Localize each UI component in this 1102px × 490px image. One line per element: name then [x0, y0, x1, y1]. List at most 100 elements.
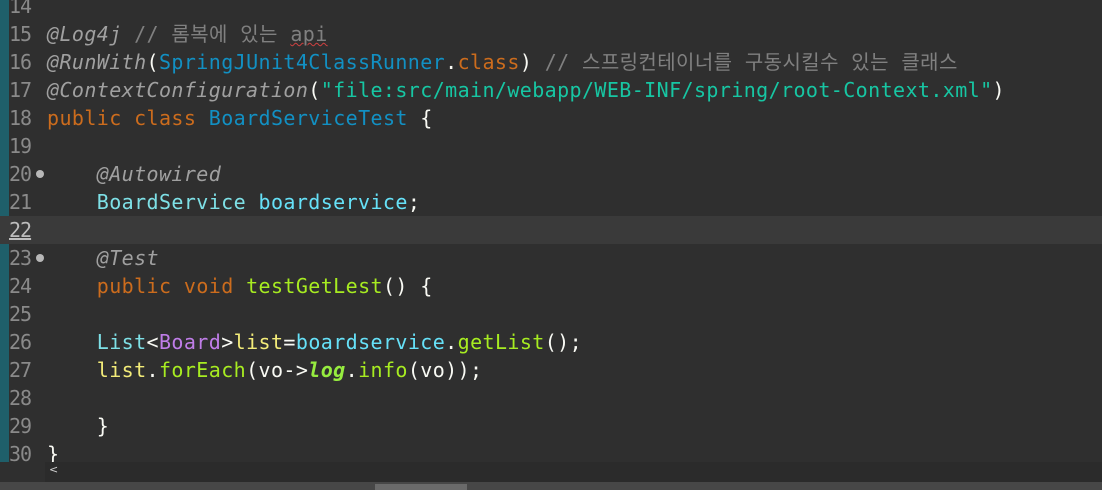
- code-token: info: [358, 358, 408, 382]
- code-token: SpringJUnit4ClassRunner: [158, 50, 446, 74]
- code-token: @Log4j: [47, 22, 122, 46]
- fold-marker-icon[interactable]: [36, 170, 44, 178]
- code-line[interactable]: 24 public void testGetLest() {: [0, 272, 1102, 300]
- code-token: public: [47, 106, 122, 130]
- code-line[interactable]: 26 List<Board>list=boardservice.getList(…: [0, 328, 1102, 356]
- code-text[interactable]: public void testGetLest() {: [47, 272, 433, 300]
- code-line[interactable]: 14: [0, 0, 1102, 20]
- bottom-scroll-track[interactable]: [0, 482, 1102, 490]
- code-line[interactable]: 19: [0, 132, 1102, 160]
- code-token: }: [47, 442, 60, 462]
- line-number: 16: [9, 50, 32, 74]
- bottom-scroll-thumb[interactable]: [375, 484, 467, 490]
- code-line[interactable]: 27 list.forEach(vo->log.info(vo));: [0, 356, 1102, 384]
- code-token: // 스프링컨테이너를 구동시킬수 있는 클래스: [532, 50, 958, 74]
- code-text[interactable]: list.forEach(vo->log.info(vo));: [47, 356, 483, 384]
- line-number: 28: [9, 386, 32, 410]
- code-line[interactable]: 30}: [0, 440, 1102, 462]
- code-token: log: [308, 358, 346, 382]
- code-token: class: [134, 106, 197, 130]
- code-token: (: [146, 50, 159, 74]
- code-token: .: [445, 330, 458, 354]
- code-token: <: [146, 330, 159, 354]
- code-token: @Autowired: [96, 162, 222, 186]
- code-text[interactable]: @RunWith(SpringJUnit4ClassRunner.class) …: [47, 48, 958, 76]
- code-token: (: [308, 78, 321, 102]
- code-line[interactable]: 17 @ContextConfiguration("file:src/main/w…: [0, 76, 1102, 104]
- code-line[interactable]: 25: [0, 300, 1102, 328]
- line-number: 18: [9, 106, 32, 130]
- code-token: @ContextConfiguration: [47, 78, 309, 102]
- code-line[interactable]: 22: [0, 216, 1102, 244]
- code-token: () {: [382, 274, 433, 298]
- code-editor[interactable]: 14 15 @Log4j // 롬복에 있는 api 16 @RunWith(Sprin…: [0, 0, 1102, 462]
- code-text[interactable]: @Test: [47, 244, 159, 272]
- code-text[interactable]: @Autowired: [47, 160, 221, 188]
- code-token: boardservice: [295, 330, 446, 354]
- code-token: BoardServiceTest: [208, 106, 408, 130]
- code-token: @RunWith: [47, 50, 147, 74]
- code-text[interactable]: List<Board>list=boardservice.getList();: [47, 328, 582, 356]
- code-text[interactable]: @ContextConfiguration("file:src/main/web…: [47, 76, 1005, 104]
- code-line[interactable]: 15 @Log4j // 롬복에 있는 api: [0, 20, 1102, 48]
- code-token: ;: [407, 190, 421, 214]
- code-line[interactable]: 18 public class BoardServiceTest {: [0, 104, 1102, 132]
- line-number: 30: [9, 442, 32, 462]
- line-number: 26: [9, 330, 32, 354]
- code-token: .: [445, 50, 458, 74]
- line-number: 29: [9, 414, 32, 438]
- chevron-left-icon[interactable]: <: [49, 464, 58, 476]
- code-line[interactable]: 20 @Autowired: [0, 160, 1102, 188]
- code-line[interactable]: 21 BoardService boardservice;: [0, 188, 1102, 216]
- code-line[interactable]: 23 @Test: [0, 244, 1102, 272]
- code-token: List: [96, 330, 147, 354]
- line-number: 19: [9, 134, 32, 158]
- code-token: ();: [544, 330, 583, 354]
- code-token: @Test: [96, 246, 159, 270]
- code-text[interactable]: @Log4j // 롬복에 있는 api: [47, 20, 328, 48]
- line-number: 22: [9, 218, 32, 242]
- code-token: (vo->: [246, 358, 309, 382]
- line-number: 21: [9, 190, 32, 214]
- code-token: list: [233, 330, 284, 354]
- code-token: Board: [158, 330, 222, 354]
- code-token: getList: [457, 330, 545, 354]
- code-token: "file:src/main/webapp/WEB-INF/spring/roo…: [320, 78, 993, 102]
- code-token: list: [96, 358, 147, 382]
- code-token: .: [345, 358, 359, 382]
- line-number: 25: [9, 302, 32, 326]
- code-text[interactable]: public class BoardServiceTest {: [47, 104, 433, 132]
- code-token: // 롬복에 있는: [121, 22, 291, 46]
- line-number: 15: [9, 22, 32, 46]
- code-line[interactable]: 28: [0, 384, 1102, 412]
- line-number: 24: [9, 274, 32, 298]
- code-text[interactable]: BoardService boardservice;: [47, 188, 420, 216]
- code-token: void: [183, 274, 234, 298]
- code-token: public: [96, 274, 172, 298]
- code-token: ): [519, 50, 533, 74]
- code-line[interactable]: 16 @RunWith(SpringJUnit4ClassRunner.class…: [0, 48, 1102, 76]
- code-token: testGetLest: [246, 274, 383, 298]
- code-token: api: [290, 22, 328, 46]
- code-line[interactable]: 29 }: [0, 412, 1102, 440]
- fold-marker-icon[interactable]: [36, 254, 44, 262]
- code-token: ): [992, 78, 1005, 102]
- code-token: (vo));: [407, 358, 483, 382]
- line-number: 14: [9, 0, 32, 18]
- code-token: .: [146, 358, 159, 382]
- code-token: boardservice: [258, 190, 408, 214]
- code-text[interactable]: }: [47, 440, 59, 462]
- horizontal-scrollbar[interactable]: <: [45, 462, 1102, 482]
- code-text[interactable]: }: [47, 412, 109, 440]
